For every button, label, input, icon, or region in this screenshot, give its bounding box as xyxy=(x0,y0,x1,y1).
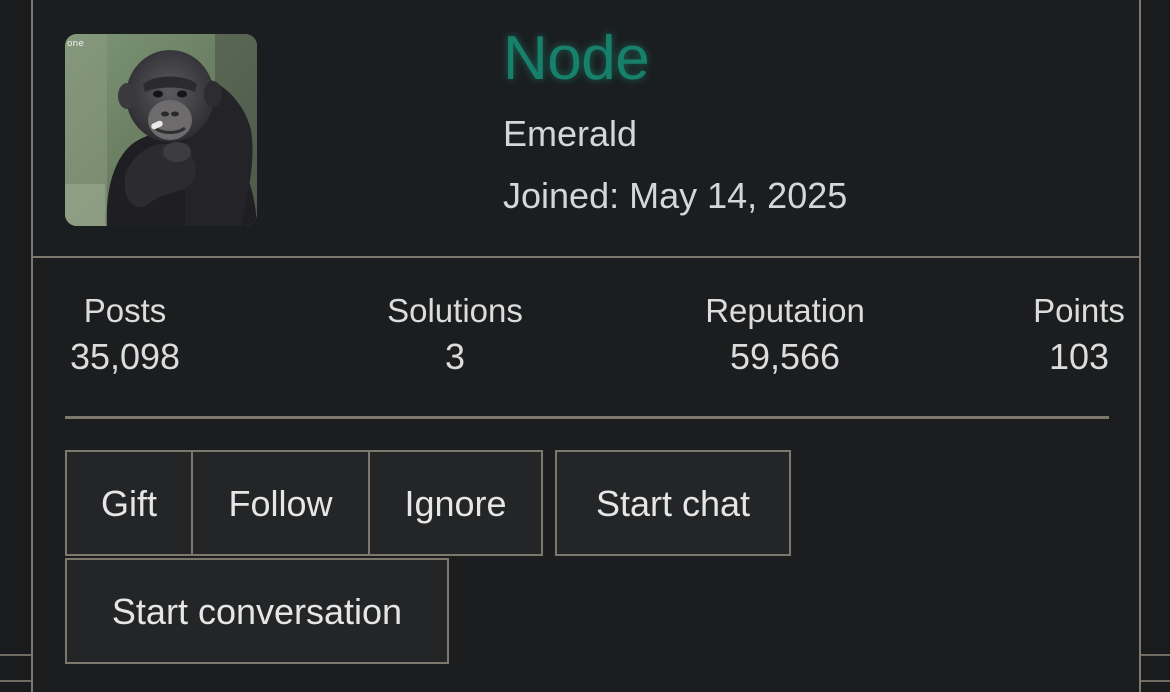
member-stats: Posts 35,098 Solutions 3 Reputation 59,5… xyxy=(65,290,1125,390)
joined-value: May 14, 2025 xyxy=(629,175,848,216)
gift-button[interactable]: Gift xyxy=(65,450,193,556)
stat-label: Points xyxy=(1033,292,1125,329)
username[interactable]: Node xyxy=(503,22,650,96)
joined-space xyxy=(619,175,629,216)
stat-points[interactable]: Points 103 xyxy=(1017,290,1141,382)
joined-label: Joined: xyxy=(503,175,620,216)
chimpanzee-avatar-photo: one xyxy=(65,34,257,226)
page: one Node Emerald Joined: May 14, 2025 Po… xyxy=(0,0,1170,692)
stat-label: Solutions xyxy=(387,292,523,329)
background-divider xyxy=(1139,680,1170,682)
stats-divider xyxy=(65,416,1109,419)
ignore-button[interactable]: Ignore xyxy=(368,450,543,556)
stat-solutions[interactable]: Solutions 3 xyxy=(355,290,555,382)
background-divider xyxy=(1139,654,1170,656)
stat-value: 59,566 xyxy=(729,336,841,377)
stat-label: Posts xyxy=(83,292,167,329)
start-chat-button[interactable]: Start chat xyxy=(555,450,791,556)
avatar-caption: one xyxy=(67,39,84,49)
background-divider xyxy=(0,680,32,682)
joined-date: Joined: May 14, 2025 xyxy=(503,174,847,218)
member-header: one Node Emerald Joined: May 14, 2025 xyxy=(33,0,1139,258)
background-divider xyxy=(0,654,32,656)
member-tooltip-card: one Node Emerald Joined: May 14, 2025 Po… xyxy=(31,0,1141,692)
follow-button[interactable]: Follow xyxy=(191,450,370,556)
stat-reputation[interactable]: Reputation 59,566 xyxy=(665,290,905,382)
stat-label: Reputation xyxy=(705,292,865,329)
stat-value: 35,098 xyxy=(69,336,181,377)
stat-value: 103 xyxy=(1048,336,1110,377)
user-title: Emerald xyxy=(503,113,638,154)
start-conversation-button[interactable]: Start conversation xyxy=(65,558,449,664)
stat-posts[interactable]: Posts 35,098 xyxy=(65,290,185,382)
stat-value: 3 xyxy=(444,336,466,377)
avatar[interactable]: one xyxy=(65,34,257,226)
